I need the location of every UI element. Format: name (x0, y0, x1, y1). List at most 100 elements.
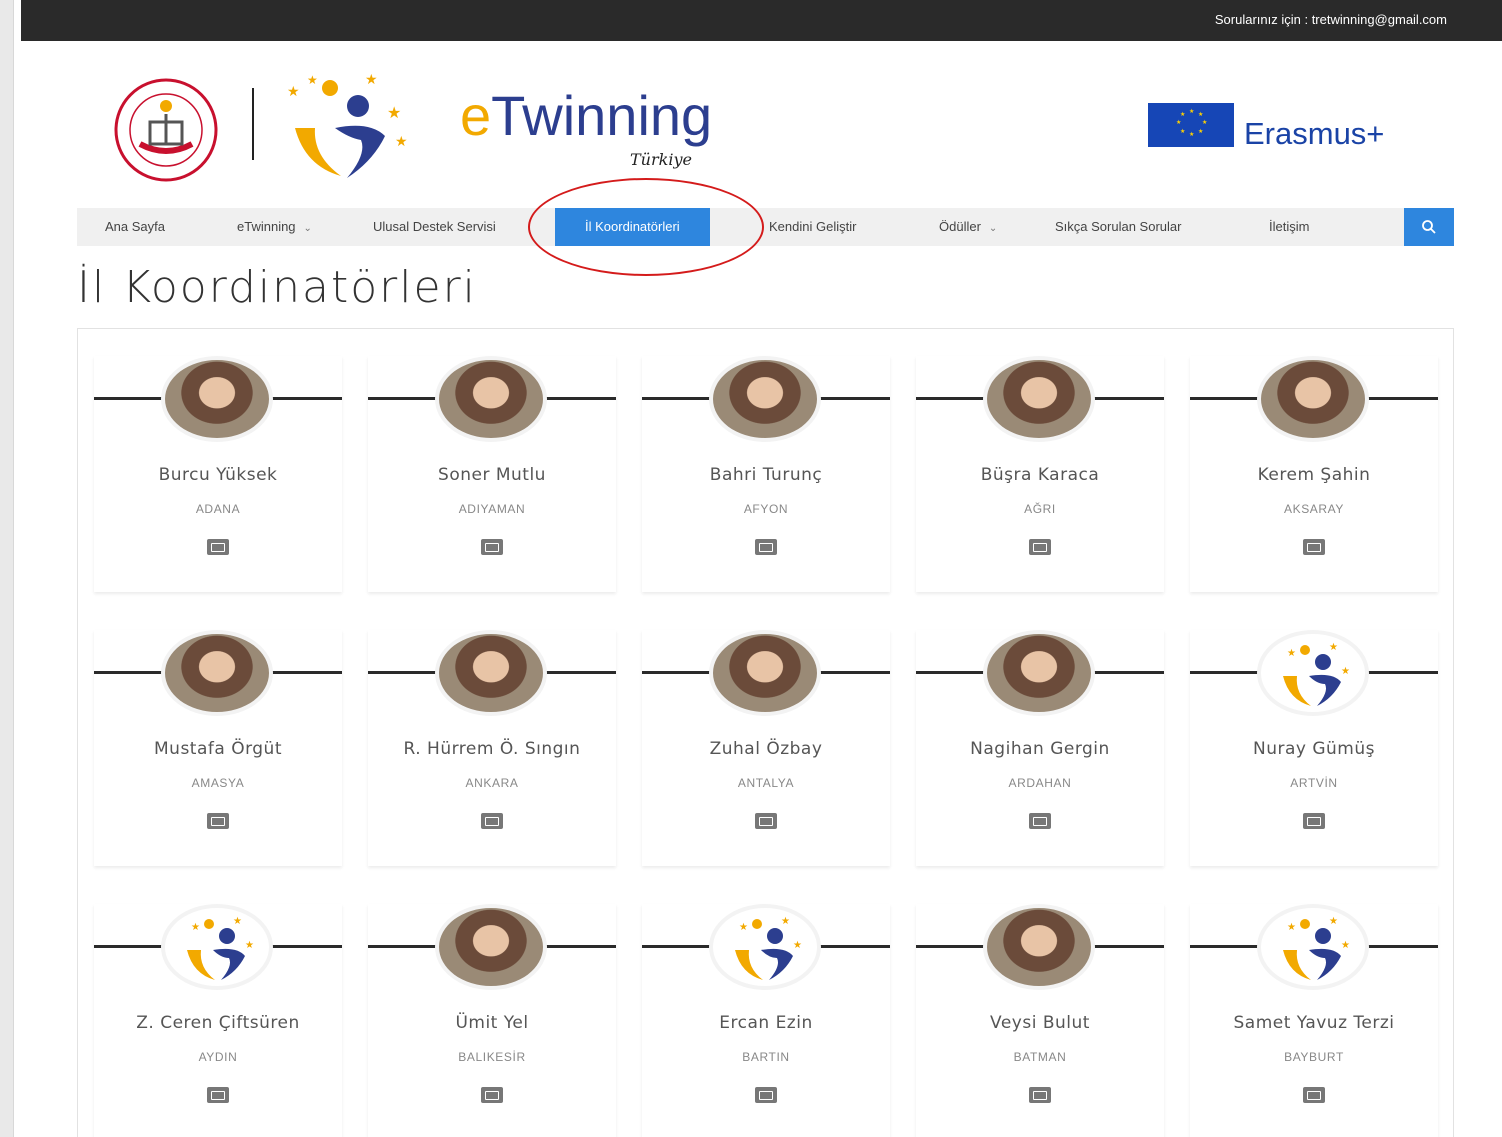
coordinator-city: AĞRI (1024, 502, 1056, 516)
svg-text:★: ★ (1341, 666, 1350, 677)
coordinator-card: Büşra Karaca AĞRI (916, 356, 1164, 592)
coordinator-card: R. Hürrem Ö. Sıngın ANKARA (368, 630, 616, 866)
mail-icon[interactable] (207, 813, 229, 829)
mail-icon[interactable] (481, 813, 503, 829)
mail-icon[interactable] (1303, 1087, 1325, 1103)
avatar (1257, 356, 1369, 442)
coordinator-city: ANTALYA (737, 776, 795, 790)
coordinator-card: ★ ★ ★ Samet Yavuz Terzi BAYBURT (1190, 904, 1438, 1137)
svg-text:★: ★ (1176, 119, 1181, 126)
svg-text:★: ★ (1180, 111, 1185, 118)
svg-text:★: ★ (1287, 922, 1296, 933)
coordinator-name: Mustafa Örgüt (154, 739, 282, 759)
svg-text:★: ★ (1198, 128, 1203, 135)
coordinator-city: AFYON (743, 502, 789, 516)
avatar (709, 630, 821, 716)
page-title: İl Koordinatörleri (77, 262, 477, 313)
coordinator-card: Nagihan Gergin ARDAHAN (916, 630, 1164, 866)
avatar (983, 356, 1095, 442)
coordinator-card: Burcu Yüksek ADANA (94, 356, 342, 592)
mail-icon[interactable] (755, 1087, 777, 1103)
etwinning-logo-avatar: ★ ★ ★ (709, 904, 821, 990)
coordinator-name: Ercan Ezin (719, 1013, 813, 1033)
nav-etwinning-label: eTwinning (237, 219, 296, 234)
svg-text:★: ★ (365, 72, 378, 88)
coordinator-name: Z. Ceren Çiftsüren (136, 1013, 300, 1033)
nav-home[interactable]: Ana Sayfa (105, 208, 165, 246)
mail-icon[interactable] (1029, 1087, 1051, 1103)
coordinator-card: ★ ★ ★ Nuray Gümüş ARTVİN (1190, 630, 1438, 866)
coordinator-name: Samet Yavuz Terzi (1233, 1013, 1395, 1033)
coordinator-city: ANKARA (465, 776, 519, 790)
nav-etwinning[interactable]: eTwinning ⌄ (237, 208, 312, 246)
etwinning-figure-logo: ★ ★ ★ ★ ★ (287, 72, 408, 178)
avatar (435, 356, 547, 442)
svg-text:★: ★ (191, 922, 200, 933)
svg-text:★: ★ (781, 916, 790, 927)
search-icon (1422, 220, 1436, 234)
chevron-down-icon: ⌄ (988, 223, 998, 234)
coordinator-card: ★ ★ ★ Ercan Ezin BARTIN (642, 904, 890, 1137)
coordinator-name: R. Hürrem Ö. Sıngın (403, 739, 581, 759)
mail-icon[interactable] (207, 1087, 229, 1103)
nav-national-support[interactable]: Ulusal Destek Servisi (373, 208, 496, 246)
coordinator-name: Soner Mutlu (438, 465, 546, 485)
mail-icon[interactable] (755, 813, 777, 829)
nav-provincial-coordinators[interactable]: İl Koordinatörleri (555, 208, 710, 246)
coordinator-city: ADIYAMAN (458, 502, 526, 516)
svg-text:★: ★ (233, 916, 242, 927)
svg-text:★: ★ (739, 922, 748, 933)
svg-text:★: ★ (1341, 940, 1350, 951)
coordinator-name: Kerem Şahin (1257, 465, 1371, 485)
coordinator-name: Nuray Gümüş (1252, 739, 1375, 759)
chevron-down-icon: ⌄ (303, 223, 312, 234)
coordinator-card: Soner Mutlu ADIYAMAN (368, 356, 616, 592)
left-window-edge (0, 0, 14, 1137)
mail-icon[interactable] (1029, 539, 1051, 555)
svg-text:★: ★ (1180, 128, 1185, 135)
svg-text:★: ★ (307, 73, 318, 87)
coordinator-card: Zuhal Özbay ANTALYA (642, 630, 890, 866)
mail-icon[interactable] (481, 539, 503, 555)
mail-icon[interactable] (1303, 539, 1325, 555)
nav-contact[interactable]: İletişim (1269, 208, 1309, 246)
nav-faq[interactable]: Sıkça Sorulan Sorular (1055, 208, 1181, 246)
svg-text:★: ★ (245, 940, 254, 951)
avatar (983, 630, 1095, 716)
mail-icon[interactable] (1029, 813, 1051, 829)
nav-provincial-coordinators-label: İl Koordinatörleri (585, 219, 680, 234)
coordinator-city: ARDAHAN (1008, 776, 1072, 790)
top-bar: Sorularınız için : tretwinning@gmail.com (21, 0, 1502, 41)
avatar (983, 904, 1095, 990)
coordinator-city: AMASYA (191, 776, 245, 790)
svg-text:★: ★ (287, 84, 300, 100)
coordinator-card: Bahri Turunç AFYON (642, 356, 890, 592)
coordinator-card: Ümit Yel BALIKESİR (368, 904, 616, 1137)
coordinator-name: Bahri Turunç (709, 465, 823, 485)
logo-separator (252, 88, 254, 160)
svg-text:★: ★ (1189, 131, 1194, 138)
search-button[interactable] (1404, 208, 1454, 246)
ministry-logo (114, 78, 218, 182)
main-nav: Ana Sayfa eTwinning ⌄ Ulusal Destek Servi… (77, 208, 1454, 246)
svg-text:★: ★ (1287, 648, 1296, 659)
mail-icon[interactable] (1303, 813, 1325, 829)
eu-flag-icon: ★ ★★ ★★★ ★★ (1148, 103, 1234, 147)
coordinator-name: Nagihan Gergin (970, 739, 1110, 759)
svg-text:★: ★ (793, 940, 802, 951)
nav-self-improve[interactable]: Kendini Geliştir (769, 208, 856, 246)
avatar (435, 630, 547, 716)
avatar (161, 630, 273, 716)
svg-text:★: ★ (1189, 108, 1194, 115)
etwinning-turkiye-sub: Türkiye (630, 150, 692, 169)
mail-icon[interactable] (755, 539, 777, 555)
svg-text:★: ★ (1329, 916, 1338, 927)
coordinator-name: Zuhal Özbay (709, 739, 823, 759)
etwinning-wordmark: eTwinning (460, 84, 713, 147)
svg-text:★: ★ (387, 103, 401, 122)
mail-icon[interactable] (481, 1087, 503, 1103)
mail-icon[interactable] (207, 539, 229, 555)
nav-awards[interactable]: Ödüller ⌄ (939, 208, 997, 246)
nav-home-label: Ana Sayfa (105, 219, 165, 234)
nav-faq-label: Sıkça Sorulan Sorular (1055, 219, 1182, 234)
